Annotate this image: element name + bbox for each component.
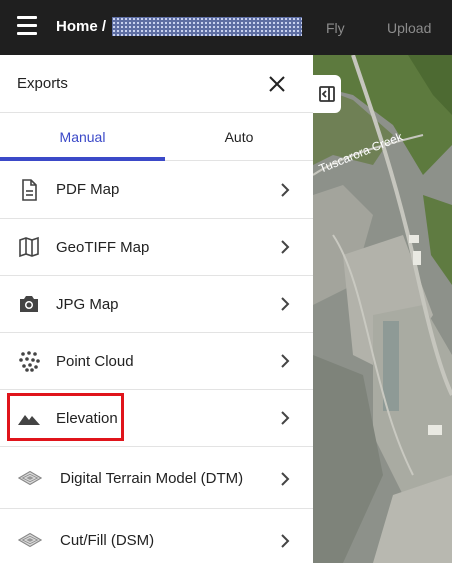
export-item-label: PDF Map: [56, 181, 120, 198]
export-item-point-cloud[interactable]: Point Cloud: [0, 333, 313, 390]
chevron-right-icon: [281, 183, 290, 197]
menu-icon[interactable]: [17, 16, 39, 36]
nav-upload[interactable]: Upload: [387, 20, 431, 36]
chevron-right-icon: [281, 472, 290, 486]
export-item-label: JPG Map: [56, 296, 119, 313]
terrain-icon: [18, 532, 42, 548]
breadcrumb-project-redacted[interactable]: [112, 17, 302, 36]
breadcrumb-home[interactable]: Home /: [56, 18, 106, 35]
map-icon: [19, 236, 39, 258]
elevation-highlight-box: [7, 393, 124, 441]
export-item-label: Cut/Fill (DSM): [60, 532, 155, 549]
document-icon: [22, 179, 37, 201]
export-item-label: GeoTIFF Map: [56, 239, 150, 256]
export-item-jpg-map[interactable]: JPG Map: [0, 276, 313, 333]
export-item-label: Digital Terrain Model (DTM): [60, 470, 244, 487]
camera-icon: [20, 296, 38, 312]
tab-auto[interactable]: Auto: [165, 113, 313, 161]
export-tabs: Manual Auto: [0, 113, 313, 161]
chevron-right-icon: [281, 411, 290, 425]
export-item-cut-fill[interactable]: Cut/Fill (DSM): [0, 509, 313, 563]
top-bar: Home / Fly Upload: [0, 0, 452, 55]
collapse-panel-button[interactable]: [313, 75, 341, 113]
close-icon[interactable]: [266, 73, 288, 95]
export-item-pdf-map[interactable]: PDF Map: [0, 161, 313, 219]
collapse-icon: [319, 86, 335, 102]
satellite-map[interactable]: Tuscarora Creek: [313, 55, 452, 563]
chevron-right-icon: [281, 240, 290, 254]
exports-panel: Exports Manual Auto PDF Map GeoTIFF Map: [0, 55, 313, 563]
chevron-right-icon: [281, 354, 290, 368]
chevron-right-icon: [281, 297, 290, 311]
tab-manual[interactable]: Manual: [0, 113, 165, 161]
nav-fly[interactable]: Fly: [326, 20, 345, 36]
panel-title: Exports: [17, 75, 68, 92]
chevron-right-icon: [281, 534, 290, 548]
export-item-dtm[interactable]: Digital Terrain Model (DTM): [0, 447, 313, 509]
export-item-geotiff-map[interactable]: GeoTIFF Map: [0, 219, 313, 276]
panel-header: Exports: [0, 55, 313, 113]
export-item-label: Point Cloud: [56, 353, 134, 370]
terrain-icon: [18, 470, 42, 486]
dots-icon: [19, 351, 40, 372]
